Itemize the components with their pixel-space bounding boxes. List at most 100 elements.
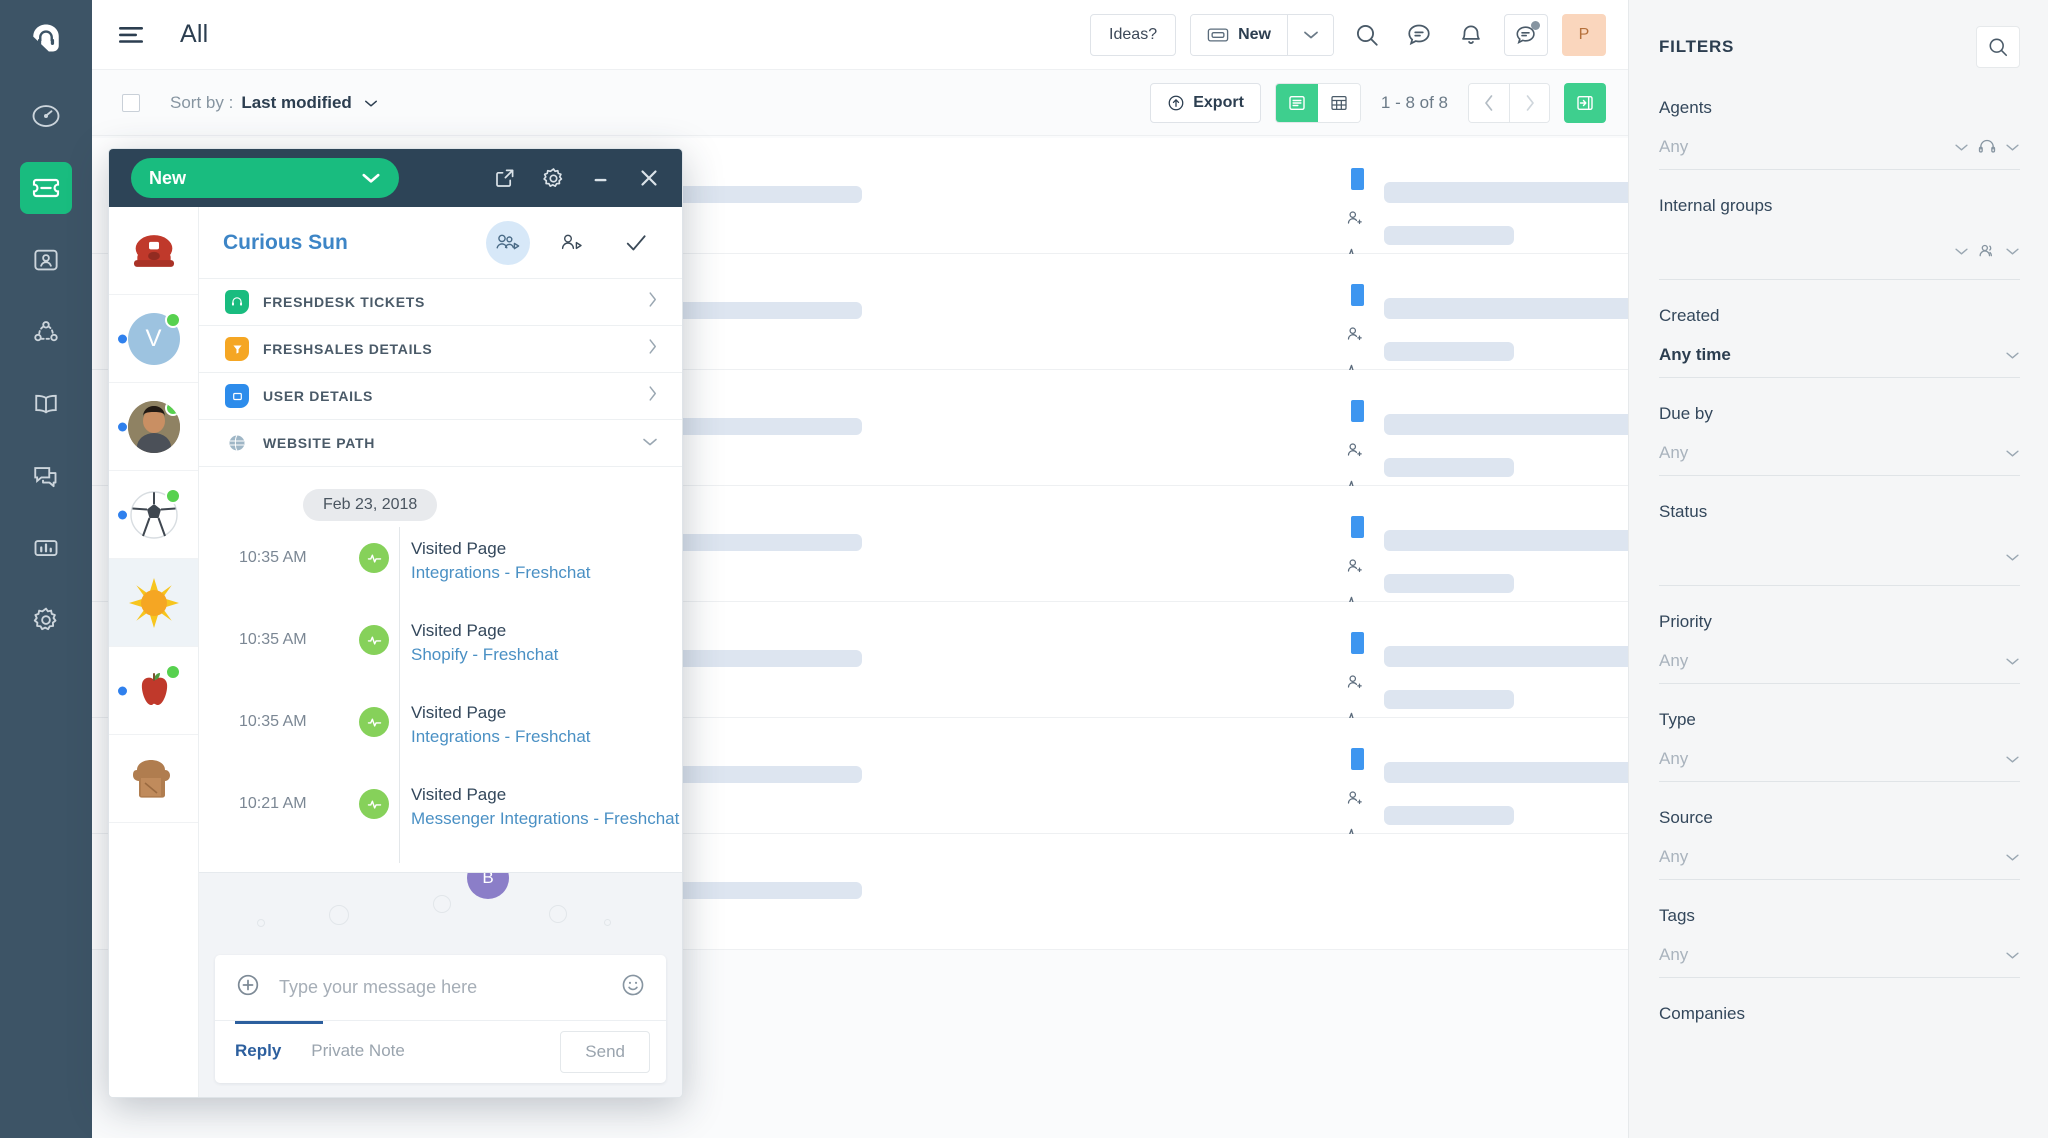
chevron-down-icon [2006, 248, 2019, 255]
list-item[interactable] [109, 471, 198, 559]
filter-type-control[interactable]: Any [1659, 748, 2020, 782]
message-input-row[interactable]: Type your message here [215, 955, 666, 1021]
new-ticket-dropdown-button[interactable] [1287, 14, 1333, 55]
filter-value: Any [1659, 945, 1689, 964]
list-item[interactable] [109, 383, 198, 471]
attach-button[interactable] [235, 972, 261, 1003]
chat-widget: New V Curious Sun FRESHDESK TICKETS FRES… [108, 148, 683, 1098]
search-button[interactable] [1348, 16, 1386, 54]
accordion-website-path[interactable]: WEBSITE PATH [199, 420, 682, 467]
filter-priority-control[interactable]: Any [1659, 650, 2020, 684]
conversation-status-dropdown[interactable]: New [131, 158, 399, 198]
list-item[interactable] [109, 647, 198, 735]
assign-to-group-button[interactable] [486, 220, 530, 265]
message-input-placeholder[interactable]: Type your message here [279, 977, 620, 998]
view-mode-table-button[interactable] [1317, 83, 1360, 122]
resolve-conversation-button[interactable] [614, 221, 658, 265]
hamburger-menu-button[interactable] [116, 20, 146, 50]
open-external-button[interactable] [492, 165, 518, 191]
skeleton-meta-primary [1384, 182, 1628, 203]
filter-tags-control[interactable]: Any [1659, 944, 2020, 978]
close-button[interactable] [636, 165, 662, 191]
export-button[interactable]: Export [1150, 82, 1261, 123]
assignee-icon [1344, 556, 1364, 581]
user-avatar[interactable]: P [1562, 13, 1606, 56]
chat-button[interactable] [1400, 16, 1438, 54]
sidebar-item-social[interactable] [20, 306, 72, 358]
filter-agents-control[interactable]: Any [1659, 136, 2020, 170]
activity-icon [359, 707, 389, 737]
list-item[interactable] [109, 207, 198, 295]
sidebar-item-forums[interactable] [20, 450, 72, 502]
sidebar-item-tickets[interactable] [20, 162, 72, 214]
toggle-filters-panel-button[interactable] [1564, 82, 1606, 123]
event-page-link[interactable]: Integrations - Freshchat [411, 563, 591, 583]
chat-settings-button[interactable] [540, 165, 566, 191]
filter-source-control[interactable]: Any [1659, 846, 2020, 880]
send-button[interactable]: Send [560, 1031, 650, 1073]
avatar [127, 663, 181, 717]
sidebar-item-freshdesk-logo[interactable] [20, 12, 72, 64]
next-page-button[interactable] [1509, 83, 1549, 122]
event-page-link[interactable]: Shopify - Freshchat [411, 645, 558, 665]
event-page-link[interactable]: Messenger Integrations - Freshchat [411, 809, 679, 829]
skeleton-meta-secondary [1384, 458, 1514, 477]
speedometer-icon [32, 105, 60, 127]
conversation-actions [486, 220, 658, 265]
list-item[interactable]: 10:35 AM Visited Page Shopify - Freshcha… [199, 617, 682, 699]
sort-by-value-text: Last modified [241, 92, 352, 112]
sidebar-item-admin[interactable] [20, 594, 72, 646]
tab-private-note[interactable]: Private Note [311, 1041, 405, 1064]
view-mode-list-button[interactable] [1275, 83, 1318, 122]
event-kind: Visited Page [411, 703, 507, 722]
event-kind: Visited Page [411, 539, 507, 558]
event-time: 10:35 AM [239, 713, 307, 730]
assign-to-agent-button[interactable] [550, 221, 594, 265]
select-all-checkbox[interactable] [122, 93, 140, 112]
accordion-freshdesk-tickets[interactable]: FRESHDESK TICKETS [199, 279, 682, 326]
filter-label: Priority [1659, 612, 1712, 631]
previous-page-button[interactable] [1469, 83, 1509, 122]
event-time: 10:35 AM [239, 549, 307, 566]
accordion-freshsales-details[interactable]: FRESHSALES DETAILS [199, 326, 682, 373]
sidebar-item-contacts[interactable] [20, 234, 72, 286]
list-item[interactable] [109, 735, 198, 823]
filter-icons [1954, 241, 2020, 261]
accordion-user-details[interactable]: USER DETAILS [199, 373, 682, 420]
filter-internal-groups-control[interactable] [1659, 234, 2020, 280]
freshchat-button[interactable] [1504, 13, 1548, 56]
list-item[interactable]: 10:35 AM Visited Page Integrations - Fre… [199, 535, 682, 617]
website-path-timeline: Feb 23, 2018 10:35 AM Visited Page Integ… [199, 467, 682, 872]
online-status-dot [164, 487, 181, 504]
sidebar-item-reports[interactable] [20, 522, 72, 574]
composer-tabs: Reply Private Note Send [215, 1021, 666, 1083]
list-item[interactable] [109, 559, 198, 647]
plus-circle-icon [237, 974, 259, 996]
filter-due-by-control[interactable]: Any [1659, 442, 2020, 476]
sidebar-item-solutions[interactable] [20, 378, 72, 430]
sort-by-value[interactable]: Last modified [241, 93, 377, 113]
event-time: 10:35 AM [239, 631, 307, 648]
ideas-button[interactable]: Ideas? [1090, 13, 1177, 56]
event-page-link[interactable]: Integrations - Freshchat [411, 727, 591, 747]
tab-reply[interactable]: Reply [235, 1041, 281, 1064]
notifications-button[interactable] [1452, 16, 1490, 54]
filters-search-button[interactable] [1976, 26, 2020, 68]
contact-name[interactable]: Curious Sun [223, 231, 348, 255]
sidebar-item-dashboard[interactable] [20, 90, 72, 142]
sort-by-label: Sort by : [170, 92, 234, 112]
new-ticket-button[interactable]: New [1191, 14, 1287, 55]
chevron-right-icon [647, 338, 658, 360]
event-kind: Visited Page [411, 621, 507, 640]
chevron-right-icon [647, 291, 658, 313]
filter-created-control[interactable]: Any time [1659, 344, 2020, 378]
skeleton-meta-primary [1384, 762, 1628, 783]
message-avatar: B [467, 873, 509, 899]
list-item[interactable]: 10:35 AM Visited Page Integrations - Fre… [199, 699, 682, 781]
emoji-button[interactable] [620, 972, 646, 1003]
list-item[interactable]: V [109, 295, 198, 383]
minimize-button[interactable] [588, 165, 614, 191]
list-item[interactable]: 10:21 AM Visited Page Messenger Integrat… [199, 781, 682, 863]
filter-status-control[interactable] [1659, 540, 2020, 586]
assignee-icon [1344, 672, 1364, 697]
